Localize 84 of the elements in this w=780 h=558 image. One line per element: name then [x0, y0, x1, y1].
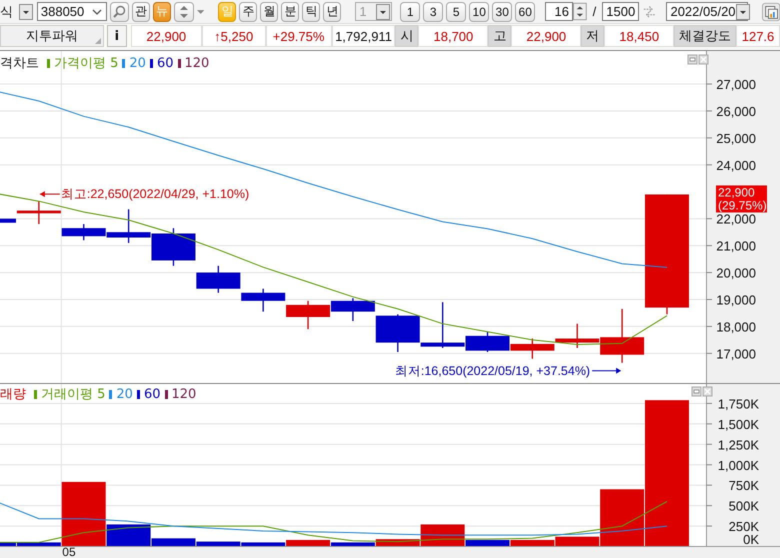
- stat-label: 저: [581, 25, 604, 47]
- axis-label: 0K: [743, 532, 759, 546]
- minimize-icon[interactable]: [692, 386, 702, 396]
- search-icon: [112, 5, 126, 18]
- axis-label: 500K: [728, 498, 759, 514]
- period-tab[interactable]: 주: [239, 2, 258, 22]
- interval-button[interactable]: 10: [469, 2, 490, 22]
- panel-title: 래량: [0, 386, 26, 403]
- axis-label: 1,750K: [718, 396, 759, 412]
- axis-label: 1,250K: [718, 437, 759, 452]
- caret-icon[interactable]: [197, 8, 204, 16]
- axis-label: 22,000: [716, 212, 756, 227]
- stat-value: 18,450: [604, 25, 674, 47]
- stat-label: 고: [488, 25, 512, 47]
- axis-label: 17,000: [716, 346, 756, 362]
- axis-label: 05: [62, 546, 76, 558]
- stat-value: 127.6: [736, 25, 780, 47]
- search-button[interactable]: [110, 2, 129, 22]
- price-value: 22,900: [130, 25, 202, 47]
- annotation-arrow: [592, 368, 622, 374]
- period-tab[interactable]: 틱: [302, 2, 320, 22]
- period-tab[interactable]: 월: [260, 2, 278, 22]
- candlestick: [241, 288, 286, 312]
- candlestick: [196, 266, 240, 293]
- legend-label: 거래이평 5: [41, 386, 106, 403]
- resize-grip-icon: [94, 38, 101, 44]
- legend-label: 가격이평 5: [54, 55, 118, 72]
- code-field[interactable]: 388050: [36, 2, 107, 21]
- stat-value: 22,900: [511, 25, 582, 47]
- market-dropdown[interactable]: 식: [0, 2, 34, 21]
- axis-label: 27,000: [716, 77, 756, 92]
- annotation-arrow: [39, 191, 60, 198]
- interval-button[interactable]: 30: [492, 2, 512, 22]
- info-button[interactable]: i: [106, 25, 127, 47]
- change-rate-value: +29.75%: [266, 25, 332, 47]
- axis-label: 21,000: [716, 238, 756, 254]
- axis-label: 26,000: [716, 104, 756, 119]
- price-tag: 22,900 (29.75%): [716, 185, 767, 212]
- candlestick: [510, 338, 554, 359]
- interval-button[interactable]: 60: [515, 2, 536, 22]
- axis-label: 25,000: [716, 130, 756, 146]
- axis-label: 1,000K: [718, 458, 759, 473]
- annotation-label: 최고:22,650(2022/04/29, +1.10%): [60, 187, 250, 202]
- arrows-icon[interactable]: [642, 4, 657, 20]
- annotation-label: 최저:16,650(2022/05/19, +37.54%): [394, 364, 590, 378]
- stat-value: 18,700: [418, 25, 488, 47]
- interval-button[interactable]: 3: [423, 2, 444, 22]
- close-icon[interactable]: [698, 54, 708, 64]
- axis-label: 18,000: [716, 319, 756, 334]
- panel-title: 격차트: [0, 55, 39, 72]
- separator: /: [592, 4, 598, 19]
- minimize-icon[interactable]: [688, 54, 698, 64]
- legend-label: 120: [184, 56, 210, 70]
- candlestick: [151, 228, 196, 266]
- date-dropdown[interactable]: 2022/05/20: [666, 2, 748, 21]
- change-value: ↑5,250: [202, 25, 266, 47]
- candlestick: [286, 300, 330, 330]
- legend-label: 20: [129, 56, 146, 70]
- axis-label: 1,500K: [718, 416, 759, 432]
- interest-button[interactable]: 관: [132, 2, 150, 22]
- axis-label: 20,000: [716, 266, 756, 281]
- legend-label: 60: [144, 386, 160, 402]
- period-tab[interactable]: 분: [281, 2, 300, 22]
- total-field[interactable]: 1500: [602, 2, 640, 21]
- chevron-icon: [90, 6, 103, 16]
- axis-label: 250K: [728, 519, 759, 534]
- legend-label: 120: [172, 386, 196, 402]
- axis-label: 750K: [728, 478, 759, 494]
- volume-value: 1,792,911: [332, 25, 396, 47]
- period-tab[interactable]: 년: [323, 2, 342, 22]
- chart-settings-icon[interactable]: [762, 2, 780, 22]
- axis-label: 19,000: [716, 292, 756, 308]
- stat-label: 시: [395, 25, 418, 47]
- count-field[interactable]: 16: [544, 2, 573, 21]
- legend-label: 60: [156, 56, 174, 70]
- interval-button[interactable]: 1: [400, 2, 420, 22]
- spinner-icon[interactable]: [572, 2, 587, 21]
- axis-label: 24,000: [716, 158, 756, 173]
- close-icon[interactable]: [702, 386, 712, 396]
- legend-label: 20: [116, 386, 133, 402]
- spinner[interactable]: [174, 2, 194, 22]
- stat-label: 체결강도: [674, 25, 736, 47]
- interval-button[interactable]: 5: [446, 2, 466, 22]
- stock-name-field[interactable]: 지투파워: [0, 25, 104, 47]
